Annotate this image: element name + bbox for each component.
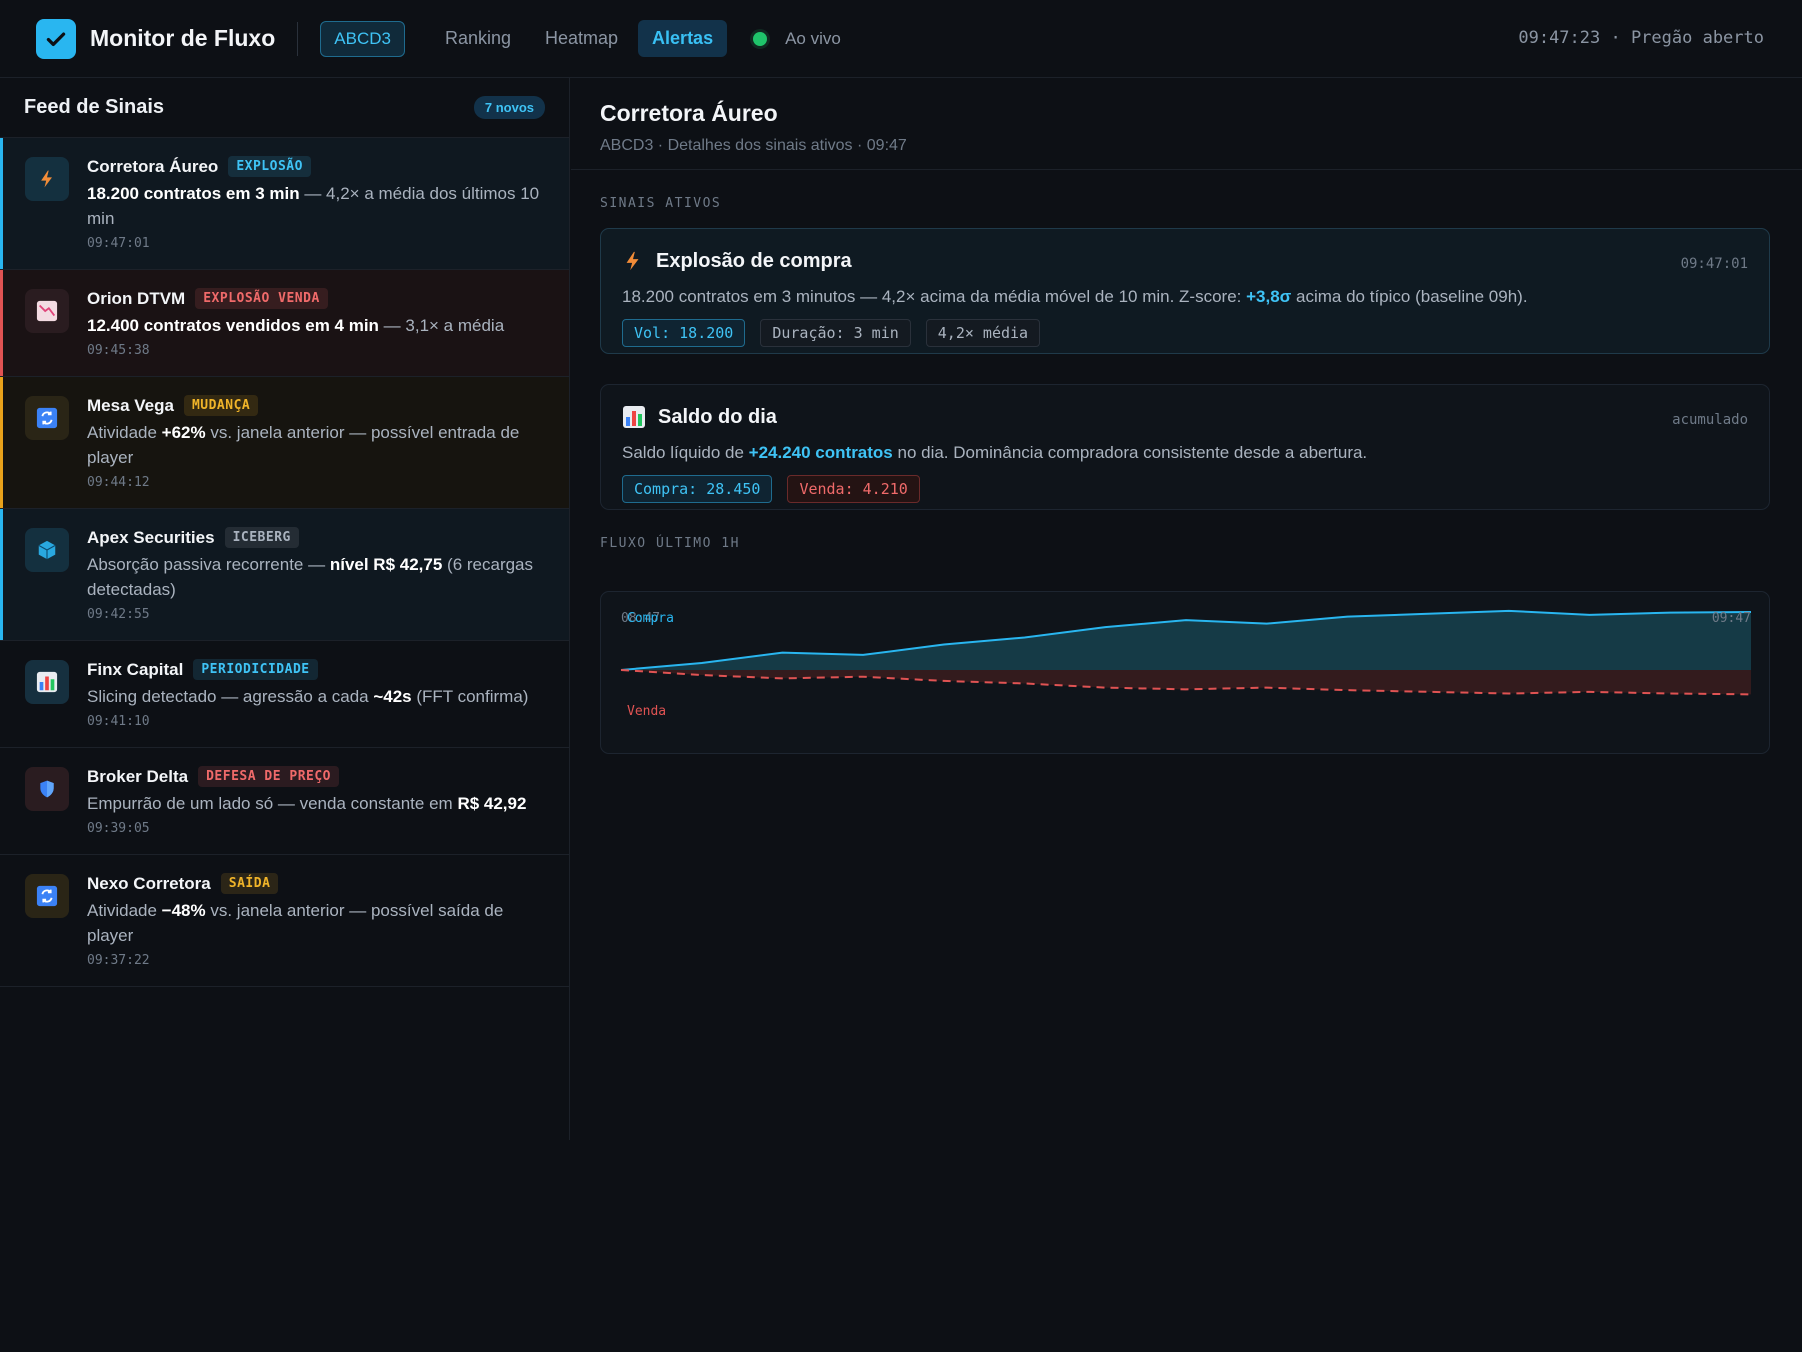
- card-title: Saldo do dia: [658, 405, 777, 428]
- detail-panel: Corretora Áureo ABCD3 · Detalhes dos sin…: [571, 78, 1802, 754]
- shield-icon: [25, 767, 69, 811]
- sell-area: [621, 670, 1751, 695]
- live-label: Ao vivo: [785, 28, 841, 48]
- feed-item[interactable]: Finx Capital PERIODICIDADE Slicing detecta…: [0, 641, 569, 748]
- tab-alertas[interactable]: Alertas: [638, 20, 728, 57]
- feed-item-accent: [0, 138, 3, 269]
- feed-item-time: 09:47:01: [87, 236, 150, 251]
- feed-item-description: Atividade +62% vs. janela anterior — pos…: [87, 423, 520, 467]
- section-label-flow: FLUXO ÚLTIMO 1H: [600, 536, 740, 551]
- signal-card-daily-balance[interactable]: Saldo do dia acumulado Saldo líquido de …: [600, 384, 1770, 510]
- detail-subtitle: ABCD3 · Detalhes dos sinais ativos · 09:…: [600, 137, 907, 154]
- section-label-active-signals: SINAIS ATIVOS: [600, 196, 722, 211]
- app-logo: [36, 18, 76, 59]
- header-divider: [297, 21, 299, 56]
- signal-feed-panel: Feed de Sinais 7 novos Corretora Áureo EX…: [0, 78, 570, 1140]
- card-description: 18.200 contratos em 3 minutos — 4,2× aci…: [622, 287, 1528, 306]
- feed-item[interactable]: Mesa Vega MUDANÇA Atividade +62% vs. janel…: [0, 377, 569, 509]
- legend-buy: Compra: [627, 611, 674, 626]
- feed-item-description: Slicing detectado — agressão a cada ~42s…: [87, 687, 529, 706]
- flow-chart: 08:47 09:47 Compra Venda: [600, 591, 1770, 754]
- detail-header: Corretora Áureo ABCD3 · Detalhes dos sin…: [571, 78, 1802, 170]
- feed-item-tag: MUDANÇA: [183, 395, 259, 416]
- feed-item-time: 09:42:55: [87, 607, 150, 622]
- feed-item-accent: [0, 377, 3, 508]
- flow-chart-svg: 08:47 09:47CompraVenda: [620, 609, 1752, 719]
- detail-title: Corretora Áureo: [600, 100, 778, 126]
- checkmark-icon: [46, 32, 66, 46]
- feed-item-broker: Finx Capital: [87, 659, 184, 679]
- feed-item-time: 09:44:12: [87, 475, 150, 490]
- top-bar: Monitor de Fluxo ABCD3 Ranking Heatmap A…: [0, 0, 1802, 78]
- tab-heatmap[interactable]: Heatmap: [531, 20, 632, 57]
- feed-item-description: 18.200 contratos em 3 min — 4,2× a média…: [87, 184, 540, 228]
- feed-title: Feed de Sinais: [24, 96, 165, 118]
- app-title: Monitor de Fluxo: [90, 25, 276, 51]
- feed-item[interactable]: Orion DTVM EXPLOSÃO VENDA 12.400 contratos…: [0, 270, 569, 377]
- feed-item-time: 09:41:10: [87, 714, 150, 729]
- feed-item-description: 12.400 contratos vendidos em 4 min — 3,1…: [87, 316, 505, 335]
- signal-card-buy-explosion[interactable]: Explosão de compra 09:47:01 18.200 contr…: [600, 228, 1770, 354]
- bar-chart-icon: [623, 406, 645, 428]
- market-clock: 09:47:23 · Pregão aberto: [1518, 28, 1764, 48]
- lightning-icon: [626, 251, 639, 271]
- chip-multiplier: 4,2× média: [925, 319, 1041, 347]
- feed-item-accent: [0, 509, 3, 640]
- cube-icon: [25, 528, 69, 572]
- feed-item[interactable]: Apex Securities ICEBERG Absorção passiva r…: [0, 509, 569, 641]
- chart-down-icon: [25, 289, 69, 333]
- feed-item[interactable]: Corretora Áureo EXPLOSÃO 18.200 contratos …: [0, 138, 569, 270]
- feed-item-tag: ICEBERG: [224, 527, 299, 548]
- chip-duration: Duração: 3 min: [760, 319, 911, 347]
- feed-item-tag: SAÍDA: [220, 873, 279, 894]
- feed-item-broker: Corretora Áureo: [87, 156, 219, 176]
- feed-header: Feed de Sinais 7 novos: [0, 78, 569, 138]
- feed-item-tag: EXPLOSÃO: [228, 156, 311, 177]
- bar-chart-icon: [25, 660, 69, 704]
- card-time: acumulado: [1672, 412, 1748, 428]
- feed-list: Corretora Áureo EXPLOSÃO 18.200 contratos …: [0, 138, 569, 987]
- feed-item-broker: Broker Delta: [87, 766, 189, 786]
- card-description: Saldo líquido de +24.240 contratos no di…: [622, 443, 1368, 462]
- feed-item-time: 09:37:22: [87, 953, 150, 968]
- feed-item-description: Atividade −48% vs. janela anterior — pos…: [87, 901, 504, 945]
- chip-buy: Compra: 28.450: [622, 475, 773, 503]
- new-signals-badge: 7 novos: [473, 96, 545, 119]
- card-title: Explosão de compra: [656, 249, 852, 272]
- tab-ranking[interactable]: Ranking: [431, 20, 525, 57]
- feed-item[interactable]: Broker Delta DEFESA DE PREÇO Empurrão de u…: [0, 748, 569, 855]
- chip-sell: Venda: 4.210: [787, 475, 920, 503]
- live-indicator-dot: [753, 31, 768, 46]
- feed-item-broker: Nexo Corretora: [87, 873, 211, 893]
- feed-item-time: 09:45:38: [87, 343, 150, 358]
- feed-item-description: Empurrão de um lado só — venda constante…: [87, 794, 527, 813]
- chip-volume: Vol: 18.200: [622, 319, 746, 347]
- feed-item-broker: Orion DTVM: [87, 288, 186, 308]
- feed-item-time: 09:39:05: [87, 821, 150, 836]
- feed-item-broker: Mesa Vega: [87, 395, 174, 415]
- feed-item-broker: Apex Securities: [87, 527, 215, 547]
- refresh-icon: [25, 874, 69, 918]
- feed-item-description: Absorção passiva recorrente — nível R$ 4…: [87, 555, 534, 599]
- x-end-label: 09:47: [1712, 611, 1751, 626]
- feed-item-accent: [0, 270, 3, 376]
- refresh-icon: [25, 396, 69, 440]
- feed-item-tag: EXPLOSÃO VENDA: [195, 288, 328, 309]
- ticker-selector[interactable]: ABCD3: [320, 20, 405, 57]
- feed-item-tag: PERIODICIDADE: [193, 659, 318, 680]
- lightning-icon: [25, 157, 69, 201]
- feed-item-tag: DEFESA DE PREÇO: [198, 766, 340, 787]
- card-time: 09:47:01: [1680, 256, 1748, 272]
- feed-item[interactable]: Nexo Corretora SAÍDA Atividade −48% vs. ja…: [0, 855, 569, 987]
- legend-sell: Venda: [627, 704, 666, 719]
